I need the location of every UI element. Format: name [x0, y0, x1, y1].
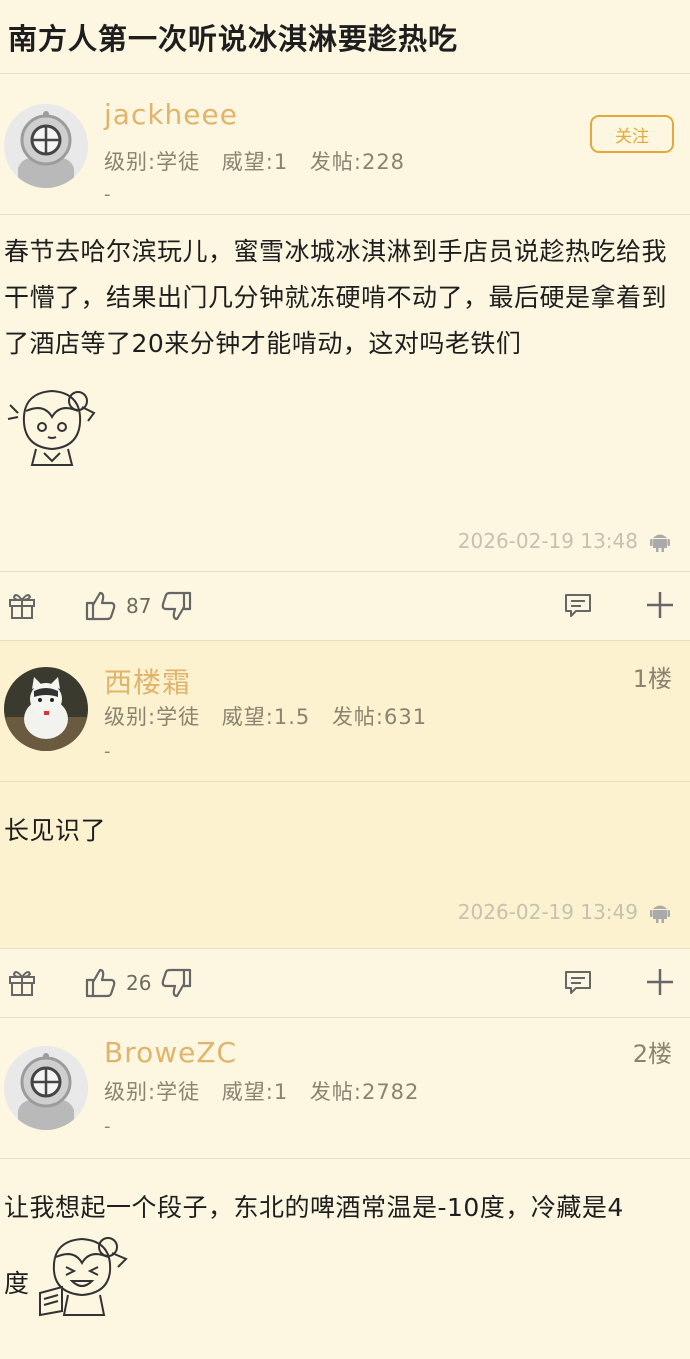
- user-level: 级别:学徒: [104, 150, 201, 174]
- comment-icon: [565, 971, 591, 994]
- android-icon: [650, 905, 670, 923]
- comment-button[interactable]: [562, 589, 594, 621]
- post-body: 长见识了 2026-02-19 13:49: [0, 782, 690, 948]
- floor-number: 1楼: [632, 665, 672, 693]
- post-body: 让我想起一个段子，东北的啤酒常温是-10度，冷藏是4 度: [0, 1159, 690, 1359]
- user-prestige: 威望:1: [221, 150, 289, 174]
- original-post: jackheee 级别:学徒 威望:1 发帖:228 - 关注 春节去哈尔滨玩儿…: [0, 74, 690, 641]
- user-stats: 级别:学徒 威望:1 发帖:228: [104, 146, 419, 176]
- user-post-count: 发帖:631: [331, 705, 428, 729]
- plus-icon: [647, 969, 673, 995]
- post-author-header: BroweZC 2楼 级别:学徒 威望:1 发帖:2782 -: [0, 1018, 690, 1159]
- user-stats: 级别:学徒 威望:1.5 发帖:631: [104, 701, 441, 731]
- follow-button[interactable]: 关注: [590, 115, 674, 153]
- comment-icon: [565, 594, 591, 617]
- cat-photo-avatar: [4, 667, 88, 751]
- post-action-bar: 87: [0, 571, 690, 641]
- post-body: 春节去哈尔滨玩儿，蜜雪冰城冰淇淋到手店员说趁热吃给我干懵了，结果出门几分钟就冻硬…: [0, 215, 690, 571]
- post-time: 2026-02-19 13:49: [457, 900, 638, 924]
- post-content-line: 度: [4, 1269, 30, 1298]
- post-action-bar: 26: [0, 948, 690, 1018]
- like-count: 87: [126, 594, 152, 618]
- thread-title: 南方人第一次听说冰淇淋要趁热吃: [8, 21, 459, 56]
- username[interactable]: jackheee: [104, 98, 238, 131]
- gift-icon: [9, 594, 35, 619]
- avatar[interactable]: [4, 1046, 88, 1130]
- diving-helmet-icon: [4, 104, 88, 188]
- user-stats: 级别:学徒 威望:1 发帖:2782: [104, 1076, 433, 1106]
- username[interactable]: 西楼霜: [104, 661, 191, 701]
- user-prestige: 威望:1.5: [221, 705, 311, 729]
- more-button[interactable]: [644, 589, 676, 621]
- more-button[interactable]: [644, 966, 676, 998]
- post-content-line: 让我想起一个段子，东北的啤酒常温是-10度，冷藏是4: [4, 1193, 624, 1222]
- avatar[interactable]: [4, 104, 88, 188]
- thumbs-up-icon[interactable]: [84, 589, 118, 623]
- comment-button[interactable]: [562, 966, 594, 998]
- username[interactable]: BroweZC: [104, 1036, 237, 1069]
- gift-button[interactable]: [6, 589, 38, 621]
- floor-number: 2楼: [632, 1040, 672, 1068]
- plus-icon: [647, 592, 673, 618]
- post-content: 春节去哈尔滨玩儿，蜜雪冰城冰淇淋到手店员说趁热吃给我干懵了，结果出门几分钟就冻硬…: [4, 237, 668, 358]
- thumbs-up-icon[interactable]: [84, 966, 118, 1000]
- gift-icon: [9, 971, 35, 996]
- user-level: 级别:学徒: [104, 1080, 201, 1104]
- like-area: 26: [84, 966, 193, 1000]
- avatar[interactable]: [4, 667, 88, 751]
- post-author-header: 西楼霜 1楼 级别:学徒 威望:1.5 发帖:631 -: [0, 641, 690, 782]
- android-icon: [650, 534, 670, 552]
- gift-button[interactable]: [6, 966, 38, 998]
- post-timestamp: 2026-02-19 13:48: [458, 529, 672, 553]
- post-time: 2026-02-19 13:48: [457, 529, 638, 553]
- like-count: 26: [126, 971, 152, 995]
- like-area: 87: [84, 589, 193, 623]
- user-prestige: 威望:1: [221, 1080, 289, 1104]
- user-post-count: 发帖:228: [309, 150, 406, 174]
- thumbs-down-icon[interactable]: [159, 589, 193, 623]
- user-level: 级别:学徒: [104, 705, 201, 729]
- reply-post: BroweZC 2楼 级别:学徒 威望:1 发帖:2782 - 让我想起一个段子…: [0, 1018, 690, 1359]
- thread-header: 南方人第一次听说冰淇淋要趁热吃: [0, 0, 690, 74]
- anime-girl-sticker-icon: [7, 389, 96, 466]
- thumbs-down-icon[interactable]: [159, 966, 193, 1000]
- post-timestamp: 2026-02-19 13:49: [458, 900, 672, 924]
- user-signature: -: [104, 1116, 111, 1137]
- reply-post: 西楼霜 1楼 级别:学徒 威望:1.5 发帖:631 - 长见识了 2026-0…: [0, 641, 690, 1018]
- post-content: 长见识了: [4, 816, 107, 845]
- post-author-header: jackheee 级别:学徒 威望:1 发帖:228 - 关注: [0, 74, 690, 215]
- user-post-count: 发帖:2782: [309, 1080, 420, 1104]
- user-signature: -: [104, 184, 111, 205]
- user-signature: -: [104, 741, 111, 762]
- anime-girl-laughing-sticker-icon: [39, 1237, 128, 1317]
- diving-helmet-icon: [4, 1046, 88, 1130]
- post-content-row: 度: [4, 1231, 686, 1321]
